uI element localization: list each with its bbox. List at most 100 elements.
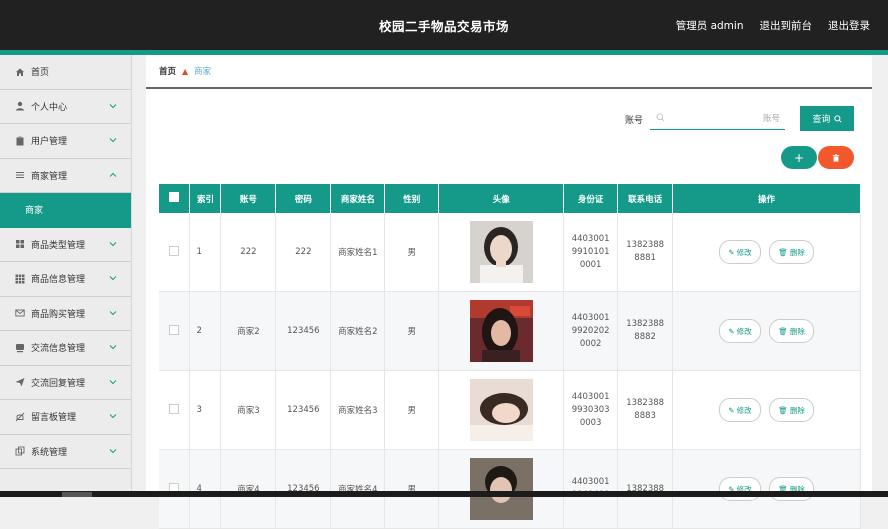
sidebar-item-label: 商品购买管理 [31,309,86,320]
top-header: 校园二手物品交易市场 管理员 admin 退出到前台 退出登录 [0,0,888,50]
edit-button[interactable]: ✎ 修改 [719,240,761,264]
chevron-down-icon [109,379,117,384]
avatar[interactable] [469,458,533,520]
header-actions: 管理员 admin 退出到前台 退出登录 [676,18,870,33]
plus-icon: + [793,150,805,165]
gender-cell: 男 [384,370,440,450]
sidebar-item-label: 商家管理 [31,171,68,182]
table-row: 1 222 222 商家姓名1 男 440300199101010001 138… [159,213,861,292]
delete-button[interactable]: 🗑 删除 [769,477,814,501]
avatar[interactable] [469,221,533,283]
chevron-down-icon [109,448,117,453]
breadcrumb-home[interactable]: 首页 [159,65,176,77]
delete-button[interactable]: 🗑 删除 [769,240,814,264]
breadcrumb-current: 商家 [194,67,212,77]
operations-cell: ✎ 修改 🗑 删除 [672,291,861,371]
chevron-down-icon [109,414,117,419]
sidebar-item-label: 商品类型管理 [31,240,86,251]
row-checkbox[interactable] [169,403,180,414]
name-cell: 商家姓名2 [330,291,386,371]
sidebar-item-label: 个人中心 [31,102,68,113]
query-button-label: 查询 [812,115,831,125]
trash-icon: 🗑 [778,247,788,257]
operations-cell: ✎ 修改 🗑 删除 [672,449,861,529]
apps-icon [15,274,25,284]
breadcrumb: 首页 ▲ 商家 [146,55,872,89]
back-to-front-link[interactable]: 退出到前台 [760,18,813,33]
column-header: 商家姓名 [330,184,386,213]
sidebar-item-label: 留言板管理 [31,413,77,424]
scrollbar-thumb[interactable] [62,492,92,497]
select-all-checkbox[interactable] [169,192,180,202]
avatar-cell [438,291,565,371]
trash-icon: 🗑 [778,405,788,415]
sidebar-item-user-management[interactable]: 用户管理 [0,124,131,159]
id-card-cell: 440300199303030003 [563,370,619,450]
sidebar-item-product-info[interactable]: 商品信息管理 [0,262,131,297]
sidebar-item-product-type[interactable]: 商品类型管理 [0,228,131,262]
batch-delete-button[interactable] [818,146,854,169]
chevron-down-icon [109,310,117,315]
column-header: 性别 [384,184,440,213]
horizontal-scrollbar[interactable] [0,491,888,497]
sidebar-item-exchange-reply[interactable]: 交流回复管理 [0,366,131,400]
sidebar-item-label: 商家 [25,206,44,217]
column-header: 联系电话 [617,184,674,213]
search-icon [833,114,842,123]
row-checkbox[interactable] [169,324,180,335]
search-box [650,107,785,130]
column-header: 索引 [189,184,222,213]
chevron-down-icon [109,103,117,108]
sidebar-item-message-board[interactable]: 留言板管理 [0,400,131,435]
name-cell: 商家姓名3 [330,370,386,450]
sidebar-item-merchant-management[interactable]: 商家管理 [0,159,131,193]
gender-cell: 男 [384,213,440,292]
sidebar-item-product-purchase[interactable]: 商品购买管理 [0,297,131,331]
phone-cell: 13823888881 [617,213,674,292]
table-row: 3 商家3 123456 商家姓名3 男 440300199303030003 … [159,370,861,450]
name-cell: 商家姓名4 [330,449,386,529]
chevron-down-icon [109,138,117,143]
trash-icon: 🗑 [778,326,788,336]
delete-button[interactable]: 🗑 删除 [769,319,814,343]
phone-cell: 1382388 [617,449,674,529]
sidebar-item-label: 用户管理 [31,137,68,148]
select-all-cell[interactable] [159,184,191,213]
sidebar-item-label: 交流信息管理 [31,344,86,355]
admin-label: 管理员 admin [675,20,744,32]
avatar-cell [438,213,565,292]
avatar[interactable] [469,379,533,441]
home-icon [15,67,25,77]
password-cell: 123456 [275,449,332,529]
mail-icon [15,308,25,318]
sidebar-item-exchange-info[interactable]: 交流信息管理 [0,331,131,366]
sidebar-item-merchant[interactable]: 商家 [0,193,131,228]
id-card-cell: 44030019940400 [563,449,619,529]
logout-link[interactable]: 退出登录 [828,18,870,33]
index-cell: 4 [189,449,222,529]
column-header: 操作 [672,184,861,213]
row-checkbox[interactable] [169,245,180,256]
sidebar-item-label: 首页 [31,68,50,79]
sidebar-item-system[interactable]: 系统管理 [0,435,131,469]
avatar-cell [438,370,565,450]
account-cell: 商家2 [220,291,277,371]
avatar[interactable] [469,300,533,362]
delete-button[interactable]: 🗑 删除 [769,398,814,422]
sidebar-item-personal-center[interactable]: 个人中心 [0,90,131,124]
table-row: 4 商家4 123456 商家姓名4 男 44030019940400 1382… [159,449,861,529]
server-icon [15,343,25,353]
sidebar-item-home[interactable]: 首页 [0,55,131,90]
edit-button[interactable]: ✎ 修改 [719,477,761,501]
search-label: 账号 [625,116,644,126]
account-search-input[interactable] [670,109,782,129]
gender-cell: 男 [384,291,440,371]
edit-button[interactable]: ✎ 修改 [719,319,761,343]
password-cell: 123456 [275,291,332,371]
add-button[interactable]: + [781,146,817,169]
account-cell: 222 [220,213,277,292]
avatar-cell [438,449,565,529]
query-button[interactable]: 查询 [800,106,854,131]
edit-button[interactable]: ✎ 修改 [719,398,761,422]
sidebar: 首页 个人中心 用户管理 商家管理 商家 商品类型管理 商品信息管理 商品购买管… [0,55,132,497]
